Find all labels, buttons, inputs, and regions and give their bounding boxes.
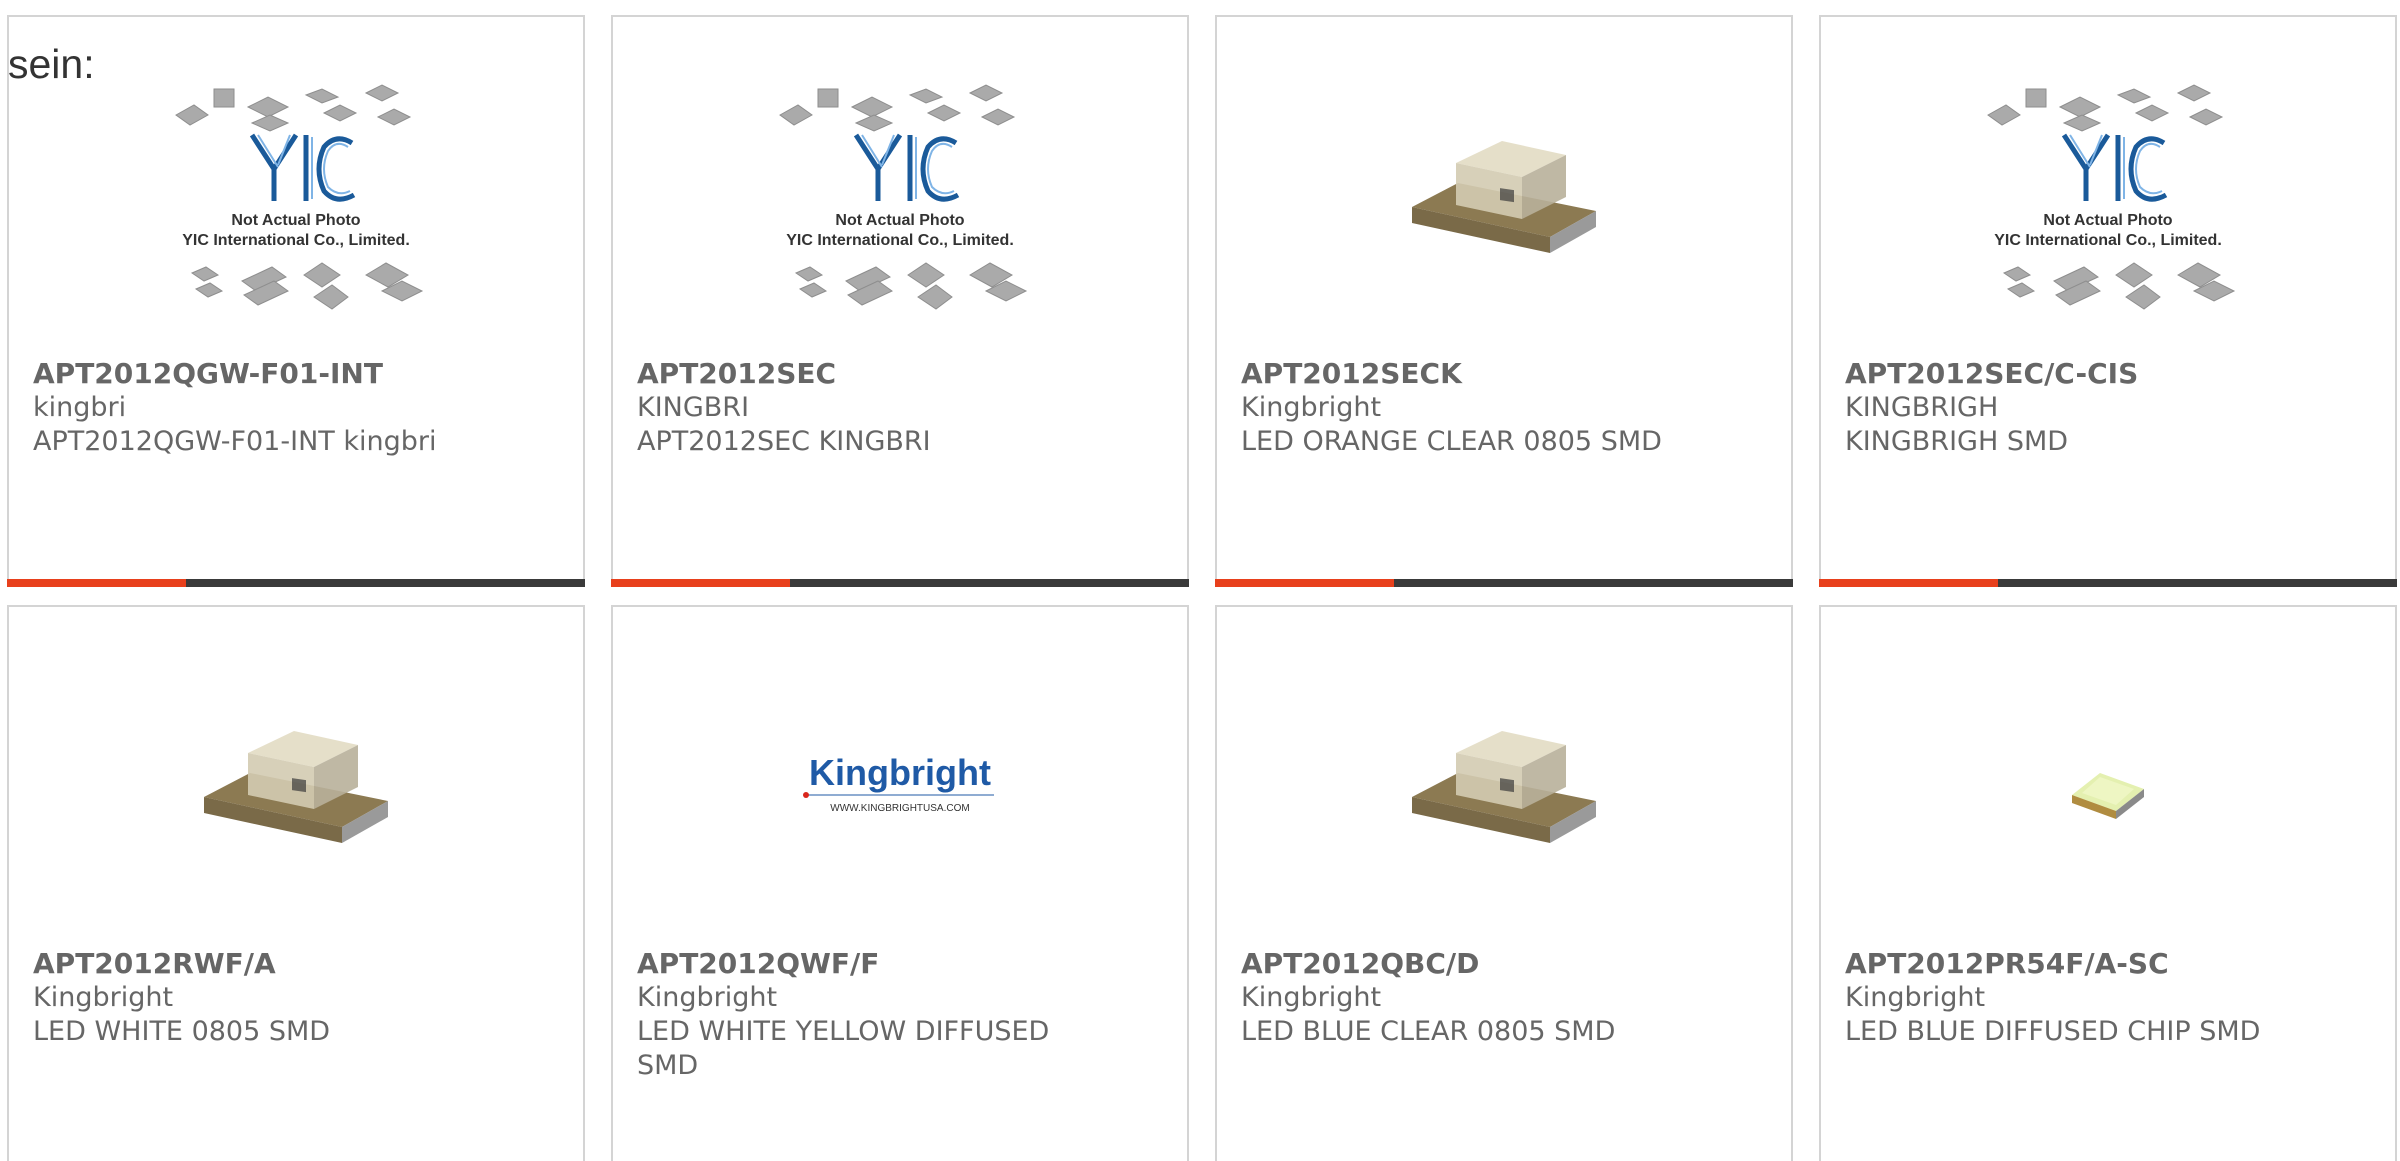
part-number-link[interactable]: APT2012PR54F/A-SC <box>1845 947 2285 981</box>
kingbright-url-text: WWW.KINGBRIGHTUSA.COM <box>830 803 969 814</box>
description-label: KINGBRIGH SMD <box>1845 426 2069 457</box>
product-image[interactable]: Not Actual Photo YIC International Co., … <box>613 77 1187 325</box>
placeholder-text-2: YIC International Co., Limited. <box>182 232 410 249</box>
product-image[interactable] <box>9 667 583 915</box>
manufacturer-label: Kingbright <box>1241 392 1382 423</box>
manufacturer-label: kingbri <box>33 392 127 423</box>
product-card[interactable]: Kingbright WWW.KINGBRIGHTUSA.COM APT2012… <box>611 605 1189 1161</box>
placeholder-text-1: Not Actual Photo <box>835 212 964 229</box>
product-info: APT2012QWF/F Kingbright LED WHITE YELLOW… <box>637 947 1077 1083</box>
product-image[interactable]: Kingbright WWW.KINGBRIGHTUSA.COM <box>613 667 1187 915</box>
description-label: LED BLUE CLEAR 0805 SMD <box>1241 1016 1616 1047</box>
placeholder-text-1: Not Actual Photo <box>2043 212 2172 229</box>
part-number-link[interactable]: APT2012QGW-F01-INT <box>33 357 473 391</box>
product-card[interactable]: APT2012PR54F/A-SC Kingbright LED BLUE DI… <box>1819 605 2397 1161</box>
part-number-link[interactable]: APT2012SECK <box>1241 357 1681 391</box>
manufacturer-label: KINGBRIGH <box>1845 392 1999 423</box>
description-label: LED BLUE DIFFUSED CHIP SMD <box>1845 1016 2261 1047</box>
kingbright-logo-text: Kingbright <box>809 752 991 793</box>
product-card[interactable]: Not Actual Photo YIC International Co., … <box>1819 15 2397 587</box>
product-image[interactable] <box>1821 667 2395 915</box>
part-number-link[interactable]: APT2012RWF/A <box>33 947 473 981</box>
product-info: APT2012QBC/D Kingbright LED BLUE CLEAR 0… <box>1241 947 1681 1049</box>
product-info: APT2012SEC KINGBRI APT2012SEC KINGBRI <box>637 357 1077 459</box>
product-image[interactable] <box>1217 77 1791 325</box>
progress-fill <box>611 579 791 587</box>
product-card[interactable]: Not Actual Photo YIC International Co., … <box>7 15 585 587</box>
progress-bar <box>611 579 1189 587</box>
progress-fill <box>1819 579 1999 587</box>
part-number-link[interactable]: APT2012QBC/D <box>1241 947 1681 981</box>
description-label: LED ORANGE CLEAR 0805 SMD <box>1241 426 1662 457</box>
product-image[interactable] <box>1217 667 1791 915</box>
product-card[interactable]: APT2012RWF/A Kingbright LED WHITE 0805 S… <box>7 605 585 1161</box>
manufacturer-label: Kingbright <box>33 982 174 1013</box>
placeholder-text-1: Not Actual Photo <box>231 212 360 229</box>
manufacturer-label: KINGBRI <box>637 392 750 423</box>
description-label: APT2012QGW-F01-INT kingbri <box>33 426 437 457</box>
product-grid-page: sein: Not Actual Photo YIC International… <box>0 0 2400 1161</box>
part-number-link[interactable]: APT2012SEC/C-CIS <box>1845 357 2285 391</box>
part-number-link[interactable]: APT2012QWF/F <box>637 947 1077 981</box>
product-info: APT2012SECK Kingbright LED ORANGE CLEAR … <box>1241 357 1681 459</box>
product-image[interactable]: Not Actual Photo YIC International Co., … <box>1821 77 2395 325</box>
placeholder-text-2: YIC International Co., Limited. <box>786 232 1014 249</box>
progress-bar <box>1819 579 2397 587</box>
manufacturer-label: Kingbright <box>637 982 778 1013</box>
placeholder-text-2: YIC International Co., Limited. <box>1994 232 2222 249</box>
product-card[interactable]: APT2012QBC/D Kingbright LED BLUE CLEAR 0… <box>1215 605 1793 1161</box>
product-info: APT2012RWF/A Kingbright LED WHITE 0805 S… <box>33 947 473 1049</box>
description-label: APT2012SEC KINGBRI <box>637 426 931 457</box>
manufacturer-label: Kingbright <box>1241 982 1382 1013</box>
progress-bar <box>7 579 585 587</box>
progress-fill <box>1215 579 1395 587</box>
description-label: LED WHITE 0805 SMD <box>33 1016 331 1047</box>
product-card[interactable]: Not Actual Photo YIC International Co., … <box>611 15 1189 587</box>
progress-bar <box>1215 579 1793 587</box>
product-info: APT2012SEC/C-CIS KINGBRIGH KINGBRIGH SMD <box>1845 357 2285 459</box>
product-info: APT2012PR54F/A-SC Kingbright LED BLUE DI… <box>1845 947 2285 1049</box>
description-label: LED WHITE YELLOW DIFFUSED SMD <box>637 1016 1050 1081</box>
product-card[interactable]: APT2012SECK Kingbright LED ORANGE CLEAR … <box>1215 15 1793 587</box>
product-info: APT2012QGW-F01-INT kingbri APT2012QGW-F0… <box>33 357 473 459</box>
manufacturer-label: Kingbright <box>1845 982 1986 1013</box>
progress-fill <box>7 579 187 587</box>
product-image[interactable]: Not Actual Photo YIC International Co., … <box>9 77 583 325</box>
part-number-link[interactable]: APT2012SEC <box>637 357 1077 391</box>
intro-text: sein: <box>8 41 95 87</box>
